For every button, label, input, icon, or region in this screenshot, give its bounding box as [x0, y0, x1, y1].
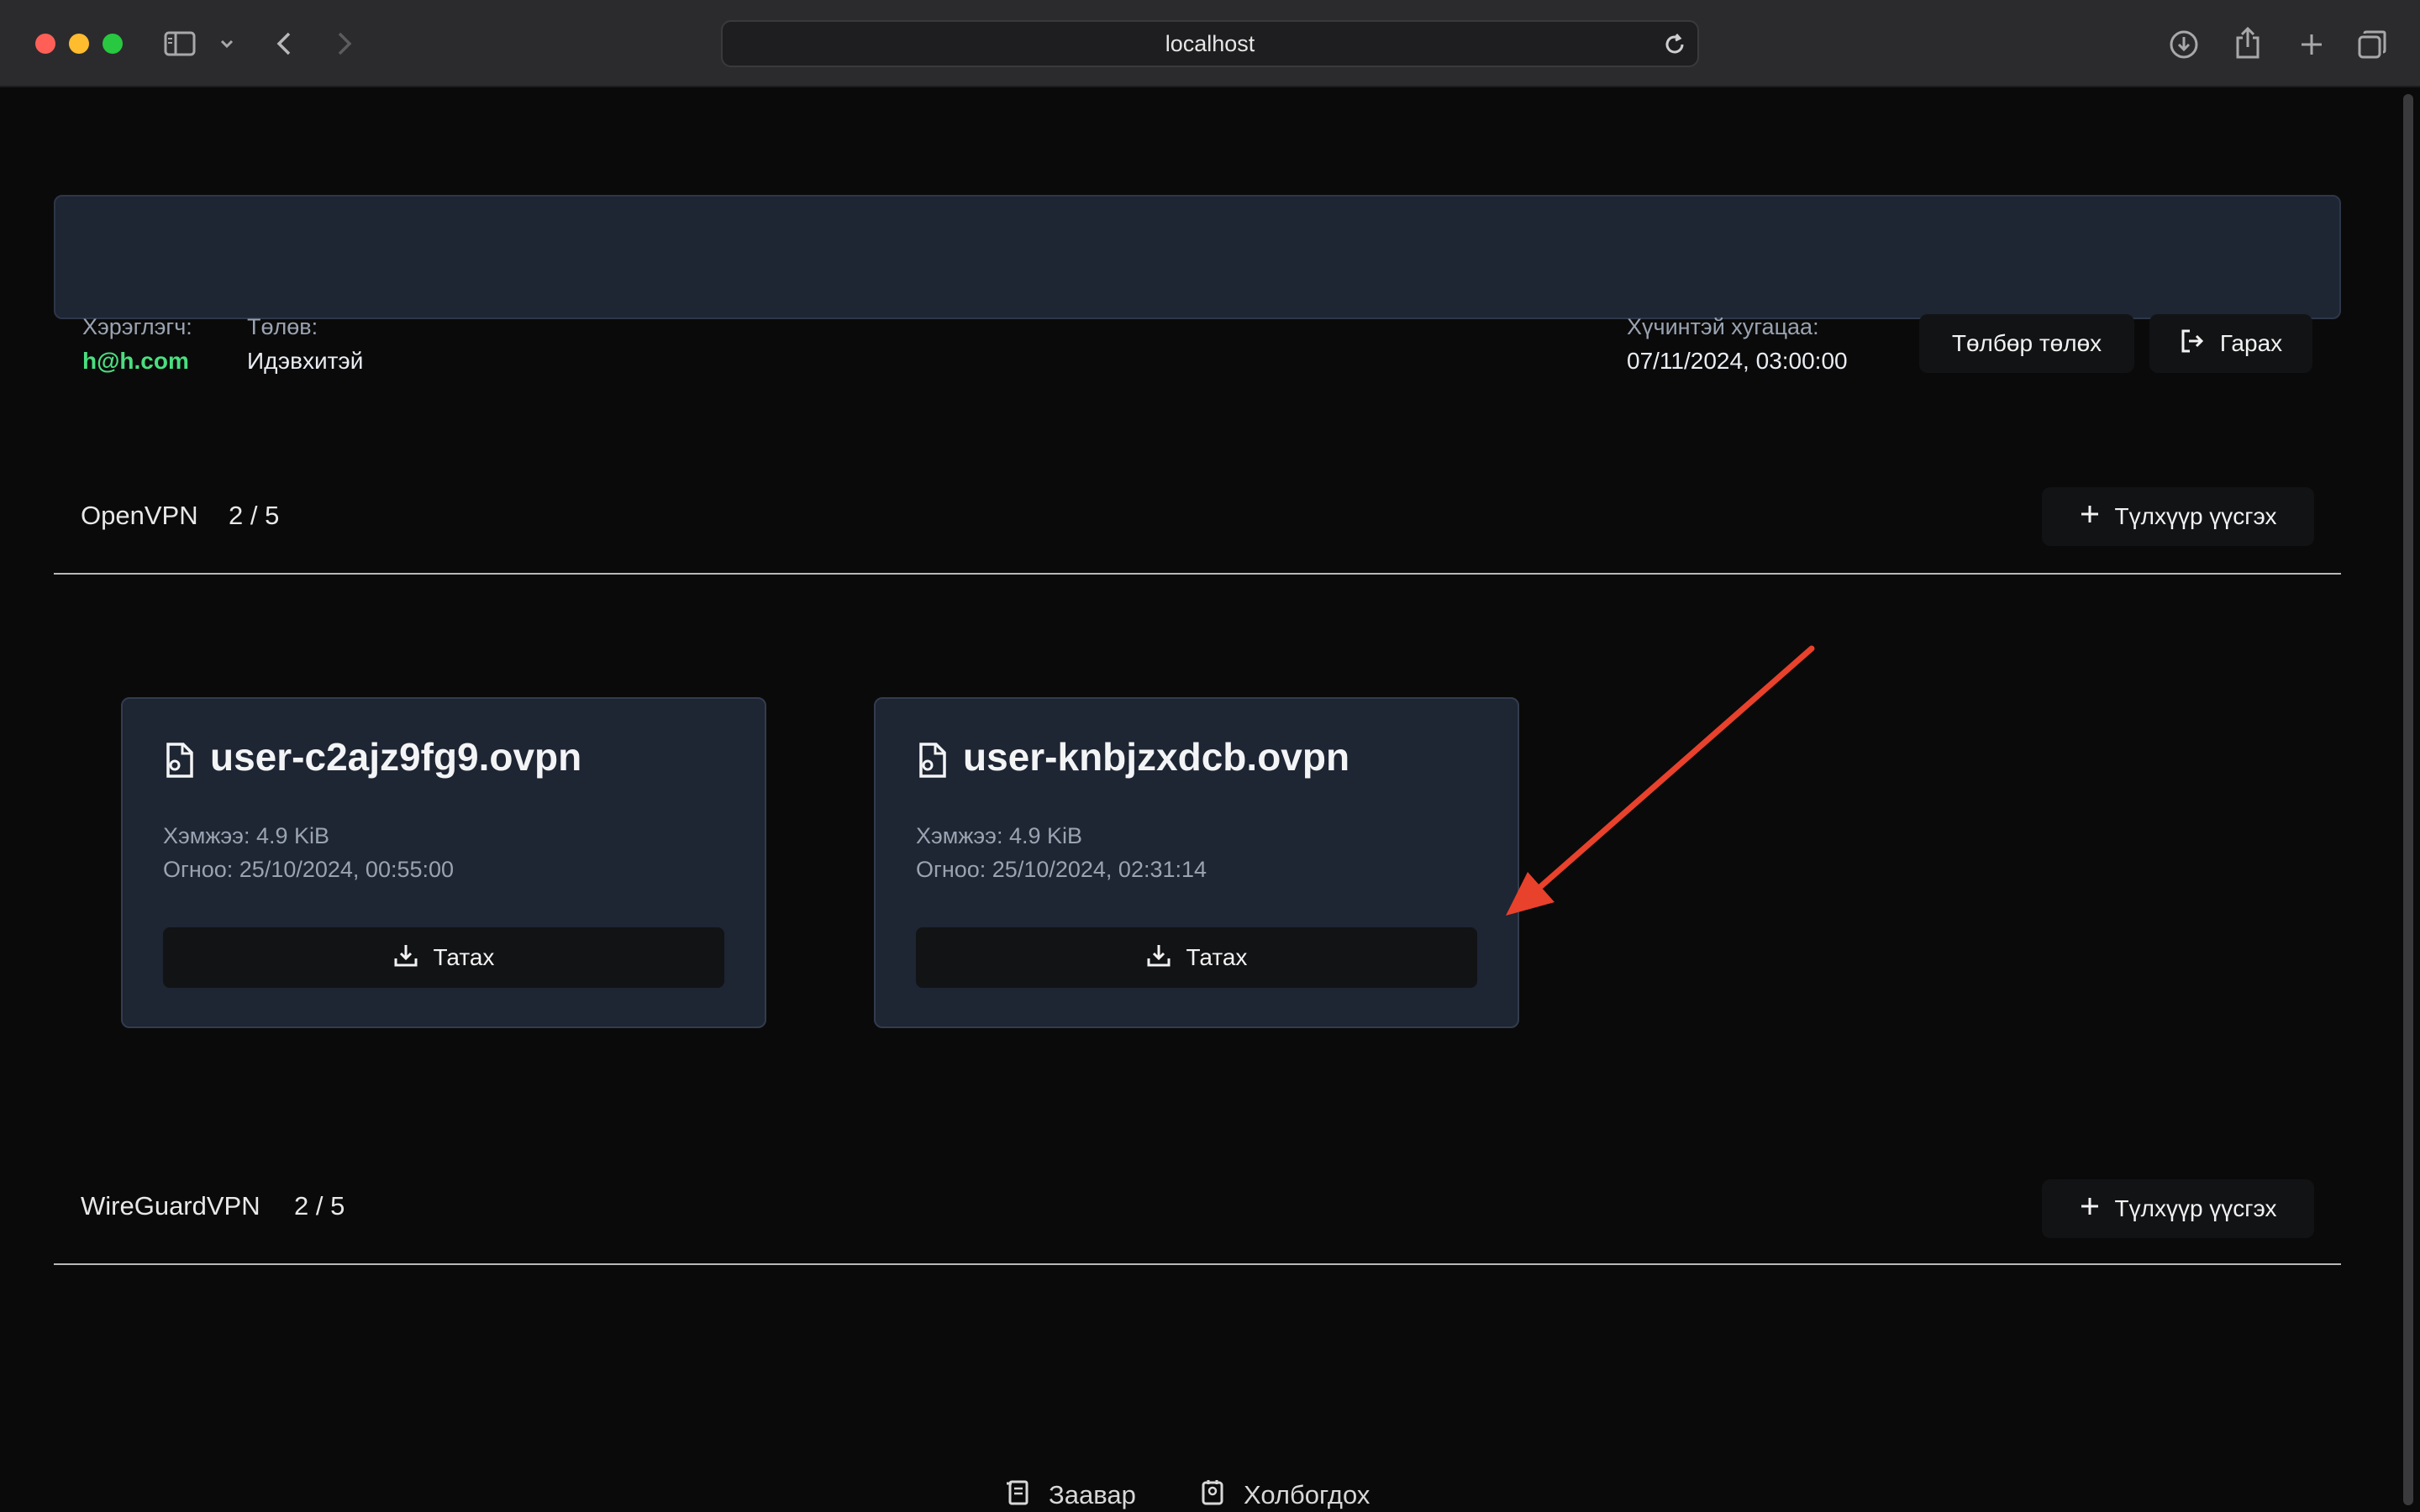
- new-tab-icon[interactable]: [2294, 27, 2329, 62]
- wireguard-create-key-button[interactable]: Түлхүүр үүсгэх: [2042, 1179, 2314, 1238]
- zoom-window-button[interactable]: [103, 34, 123, 54]
- minimize-window-button[interactable]: [69, 34, 89, 54]
- logout-button-label: Гарах: [2219, 330, 2283, 356]
- contact-link[interactable]: Холбогдох: [1200, 1478, 1370, 1512]
- pay-button[interactable]: Төлбөр төлөх: [1919, 314, 2134, 373]
- openvpn-key-card: user-knbjzxdcb.ovpn Хэмжээ: 4.9 KiB Огно…: [874, 697, 1519, 1028]
- expiry-value: 07/11/2024, 03:00:00: [1627, 348, 1848, 374]
- download-key-button[interactable]: Татах: [916, 927, 1477, 988]
- create-key-label: Түлхүүр үүсгэх: [2114, 503, 2277, 529]
- key-size: Хэмжээ: 4.9 KiB: [916, 823, 1083, 848]
- openvpn-key-card: user-c2ajz9fg9.ovpn Хэмжээ: 4.9 KiB Огно…: [121, 697, 766, 1028]
- sidebar-icon[interactable]: [161, 27, 198, 60]
- key-size: Хэмжээ: 4.9 KiB: [163, 823, 330, 848]
- wireguard-key-count: 2 / 5: [294, 1191, 345, 1221]
- url-text: localhost: [1165, 30, 1255, 56]
- download-icon: [1146, 942, 1171, 974]
- page-scrollbar[interactable]: [2403, 94, 2413, 1505]
- openvpn-divider: [54, 573, 2341, 575]
- plus-icon: [2080, 1195, 2100, 1222]
- file-icon: [916, 743, 946, 778]
- key-date: Огноо: 25/10/2024, 00:55:00: [163, 857, 455, 882]
- address-bar[interactable]: localhost: [721, 20, 1699, 67]
- guide-label: Заавар: [1049, 1480, 1136, 1509]
- user-email: h@h.com: [82, 348, 189, 374]
- download-icon[interactable]: [2166, 27, 2202, 62]
- logout-icon: [2180, 328, 2205, 360]
- share-icon[interactable]: [2230, 24, 2265, 62]
- wireguard-section-title: WireGuardVPN: [81, 1191, 260, 1221]
- key-filename: user-c2ajz9fg9.ovpn: [210, 735, 582, 779]
- reload-icon[interactable]: [1662, 32, 1687, 57]
- contact-label: Холбогдох: [1244, 1480, 1370, 1509]
- guide-link[interactable]: Заавар: [1005, 1478, 1136, 1512]
- tabs-overview-icon[interactable]: [2354, 27, 2390, 62]
- user-info-bar: [54, 195, 2341, 319]
- create-key-label: Түлхүүр үүсгэх: [2114, 1195, 2277, 1221]
- download-icon: [393, 942, 418, 974]
- download-key-button[interactable]: Татах: [163, 927, 724, 988]
- browser-toolbar: localhost: [0, 0, 2420, 87]
- close-window-button[interactable]: [35, 34, 55, 54]
- chevron-down-icon[interactable]: [217, 32, 237, 55]
- plus-icon: [2080, 503, 2100, 530]
- status-value: Идэвхитэй: [247, 348, 364, 374]
- forward-icon[interactable]: [331, 27, 358, 60]
- openvpn-key-count: 2 / 5: [229, 501, 280, 530]
- download-label: Татах: [433, 944, 495, 970]
- pay-button-label: Төлбөр төлөх: [1951, 330, 2102, 356]
- key-date: Огноо: 25/10/2024, 02:31:14: [916, 857, 1207, 882]
- status-label: Төлөв:: [247, 314, 318, 339]
- guide-icon: [1005, 1478, 1030, 1512]
- contact-icon: [1200, 1478, 1225, 1512]
- user-label: Хэрэглэгч:: [82, 314, 192, 339]
- openvpn-section-title: OpenVPN: [81, 501, 198, 530]
- download-label: Татах: [1186, 944, 1248, 970]
- wireguard-divider: [54, 1263, 2341, 1265]
- expiry-label: Хүчинтэй хугацаа:: [1627, 314, 1819, 339]
- key-filename: user-knbjzxdcb.ovpn: [963, 735, 1350, 779]
- openvpn-create-key-button[interactable]: Түлхүүр үүсгэх: [2042, 487, 2314, 546]
- file-icon: [163, 743, 193, 778]
- back-icon[interactable]: [271, 27, 297, 60]
- logout-button[interactable]: Гарах: [2149, 314, 2312, 373]
